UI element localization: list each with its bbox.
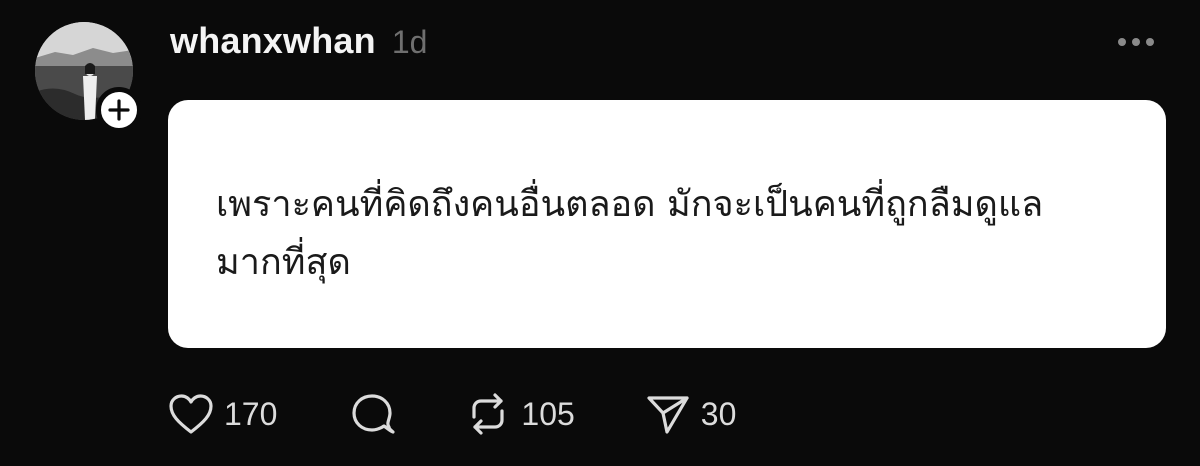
plus-icon — [108, 99, 130, 121]
thread-post: whanxwhan 1d เพราะคนที่คิดถึงคนอื่นตลอด … — [0, 0, 1200, 466]
repost-count: 105 — [521, 395, 575, 432]
heart-icon — [169, 394, 213, 434]
share-count: 30 — [700, 395, 737, 432]
reply-button[interactable] — [349, 391, 395, 437]
repost-button[interactable]: 105 — [465, 391, 575, 437]
like-count: 170 — [224, 395, 278, 432]
more-icon — [1118, 38, 1154, 46]
quote-card: เพราะคนที่คิดถึงคนอื่นตลอด มักจะเป็นคนที… — [168, 100, 1166, 348]
post-header: whanxwhan 1d — [170, 20, 427, 68]
share-button[interactable]: 30 — [645, 392, 737, 436]
action-bar: 170 105 30 — [168, 390, 736, 438]
post-text: เพราะคนที่คิดถึงคนอื่นตลอด มักจะเป็นคนที… — [216, 184, 1044, 283]
send-icon — [647, 396, 689, 434]
avatar-container — [35, 22, 142, 133]
timestamp: 1d — [391, 24, 428, 60]
follow-button[interactable] — [96, 87, 142, 133]
like-button[interactable]: 170 — [168, 393, 277, 435]
more-options-button[interactable] — [1112, 28, 1160, 56]
repost-icon — [472, 393, 504, 435]
comment-icon — [352, 394, 395, 434]
username[interactable]: whanxwhan — [170, 20, 376, 62]
